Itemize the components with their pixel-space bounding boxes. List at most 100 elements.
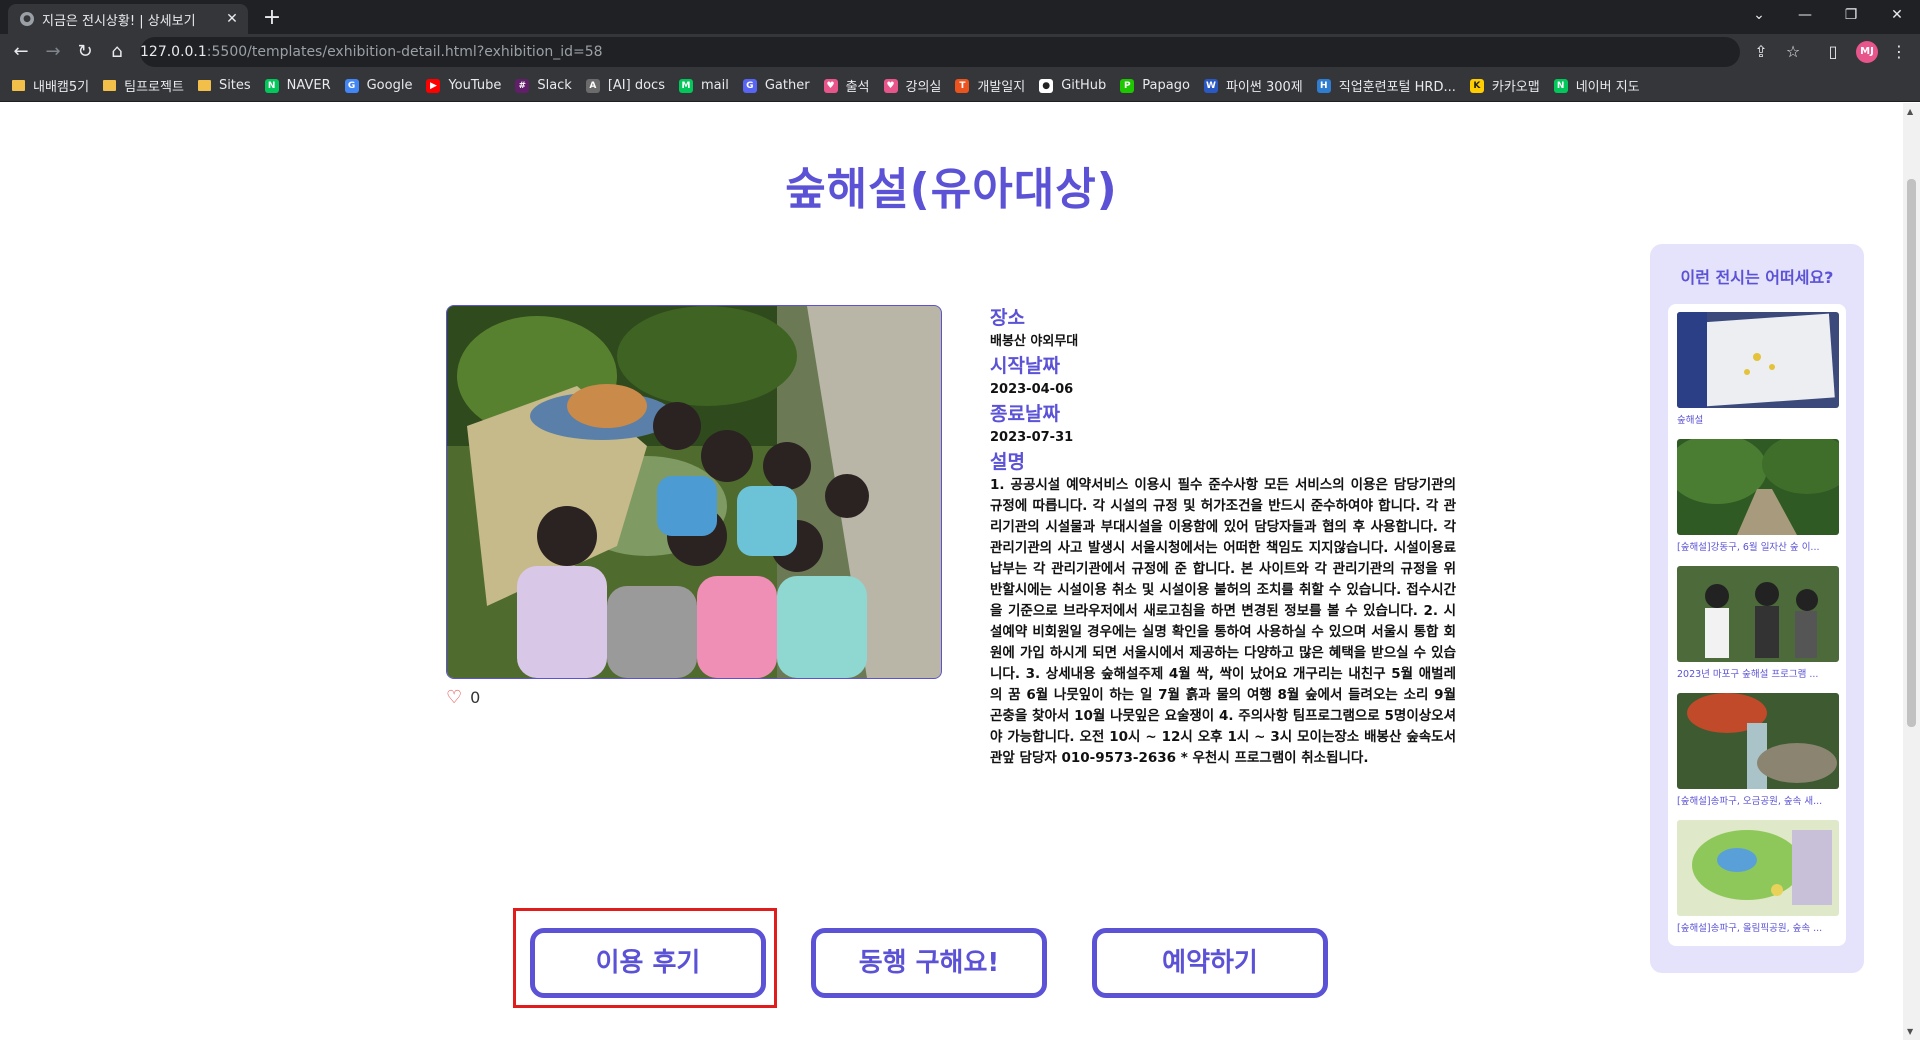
bookmark-label: 출석 xyxy=(845,80,870,95)
forward-icon[interactable]: → xyxy=(40,39,66,65)
bookmarks-bar: 내배캠5기 팀프로젝트 Sites N NAVER G Google ▶ YouTube # Sla… xyxy=(0,70,1920,102)
tab-title: 지금은 전시상황! | 상세보기 xyxy=(42,13,196,29)
review-button[interactable]: 이용 후기 xyxy=(530,928,766,998)
bookmark-item[interactable]: T 개발일지 xyxy=(955,76,1025,95)
recommendation-panel: 이런 전시는 어떠세요? 숲해설 [숲해설]강동구, 6월 일자산 숲 이...… xyxy=(1650,244,1864,973)
folder-icon xyxy=(12,80,25,91)
recommendation-list: 숲해설 [숲해설]강동구, 6월 일자산 숲 이... 2023년 마포구 숲해… xyxy=(1668,304,1846,946)
recommendation-thumbnail xyxy=(1677,820,1839,916)
bookmark-label: 파이썬 300제 xyxy=(1225,80,1303,95)
close-tab-icon[interactable]: ✕ xyxy=(222,11,242,27)
bookmark-label: 카카오맵 xyxy=(1491,80,1540,95)
bookmark-label: 팀프로젝트 xyxy=(124,80,184,95)
scrollbar-thumb[interactable] xyxy=(1907,179,1916,727)
papago-icon: P xyxy=(1120,78,1135,93)
recommendation-heading: 이런 전시는 어떠세요? xyxy=(1680,268,1834,287)
exhibition-info: 장소 배봉산 야외무대 시작날짜 2023-04-06 종료날짜 2023-07… xyxy=(990,305,1456,769)
gather-icon: G xyxy=(742,78,757,93)
tistory-icon: T xyxy=(955,78,970,93)
slack-icon: # xyxy=(515,78,530,93)
like-area: ♡ 0 xyxy=(446,687,480,708)
browser-tabstrip: ● 지금은 전시상황! | 상세보기 ✕ + ⌄ — ❐ ✕ xyxy=(0,0,1920,34)
heart-icon[interactable]: ♡ xyxy=(446,687,462,708)
url-host: 127.0.0.1 xyxy=(140,44,207,60)
recommendation-thumbnail xyxy=(1677,312,1839,408)
heart-icon: ♥ xyxy=(883,78,898,93)
bookmark-item[interactable]: Sites xyxy=(197,78,251,93)
restore-button[interactable]: ❐ xyxy=(1828,0,1874,30)
bookmark-item[interactable]: P Papago xyxy=(1120,78,1190,93)
bookmark-label: 내배캠5기 xyxy=(33,80,90,95)
bookmark-item[interactable]: A [AI] docs xyxy=(585,78,665,93)
kakaomap-icon: K xyxy=(1469,78,1484,93)
bookmark-item[interactable]: Mmail xyxy=(678,78,729,93)
bookmark-item[interactable]: 팀프로젝트 xyxy=(103,76,184,95)
recommendation-card[interactable]: [숲해설]강동구, 6월 일자산 숲 이... xyxy=(1677,439,1839,553)
place-label: 장소 xyxy=(990,307,1025,329)
recommendation-card[interactable]: 숲해설 xyxy=(1677,312,1839,426)
tab-search-icon[interactable]: ⌄ xyxy=(1736,0,1782,30)
browser-tab[interactable]: ● 지금은 전시상황! | 상세보기 ✕ xyxy=(8,4,248,34)
side-panel-icon[interactable]: ▯ xyxy=(1820,39,1846,65)
browser-toolbar: ← → ↻ ⌂ i 127.0.0.1:5500/templates/exhib… xyxy=(0,34,1920,255)
bookmark-star-icon[interactable]: ☆ xyxy=(1780,39,1806,65)
recommendation-thumbnail xyxy=(1677,439,1839,535)
recommendation-card[interactable]: 2023년 마포구 숲해설 프로그램 ... xyxy=(1677,566,1839,680)
bookmark-item[interactable]: 내배캠5기 xyxy=(12,76,89,95)
end-date-label: 종료날짜 xyxy=(990,403,1060,425)
folder-icon xyxy=(197,80,211,91)
profile-avatar[interactable]: MJ xyxy=(1856,41,1878,63)
bookmark-item[interactable]: G Google xyxy=(344,78,413,93)
bookmark-label: Papago xyxy=(1142,78,1190,93)
address-bar[interactable]: i 127.0.0.1:5500/templates/exhibition-de… xyxy=(140,37,1740,255)
bookmark-item[interactable]: H 직업훈련포털 HRD... xyxy=(1316,76,1456,95)
bookmark-label: 네이버 지도 xyxy=(1575,80,1640,95)
recommendation-caption: 숲해설 xyxy=(1677,415,1704,426)
bookmark-item[interactable]: K 카카오맵 xyxy=(1469,76,1540,95)
share-icon[interactable]: ⇪ xyxy=(1748,39,1774,65)
recommendation-caption: [숲해설]송파구, 올림픽공원, 숲속 ... xyxy=(1677,923,1823,934)
recommendation-card[interactable]: [숲해설]송파구, 오금공원, 숲속 새... xyxy=(1677,693,1839,807)
description-text: 1. 공공시설 예약서비스 이용시 필수 준수사항 모든 서비스의 이용은 담당… xyxy=(990,477,1456,766)
scroll-up-icon[interactable]: ▲ xyxy=(1907,107,1913,116)
docs-icon: A xyxy=(585,78,600,93)
page-content: 숲해설(유아대상) ♡ 0 장소 배봉산 야외무대 시작날짜 2023-04-0… xyxy=(0,103,1920,1040)
folder-icon xyxy=(103,80,117,91)
bookmark-label: Sites xyxy=(218,78,251,93)
find-companion-button[interactable]: 동행 구해요! xyxy=(811,928,1047,998)
bookmark-item[interactable]: G Gather xyxy=(742,78,810,93)
bookmark-item[interactable]: ▶ YouTube xyxy=(426,78,501,93)
bookmark-item[interactable]: W 파이썬 300제 xyxy=(1203,76,1303,95)
start-date-label: 시작날짜 xyxy=(990,355,1060,377)
page-scrollbar[interactable]: ▲ ▼ xyxy=(1903,103,1920,1040)
bookmark-item[interactable]: ● GitHub xyxy=(1039,78,1106,93)
home-icon[interactable]: ⌂ xyxy=(104,39,130,65)
bookmark-item[interactable]: ♥ 출석 xyxy=(823,76,870,95)
bookmark-item[interactable]: # Slack xyxy=(515,78,572,93)
minimize-button[interactable]: — xyxy=(1782,0,1828,30)
close-window-button[interactable]: ✕ xyxy=(1874,0,1920,30)
reload-icon[interactable]: ↻ xyxy=(72,39,98,65)
bookmark-label: 강의실 xyxy=(905,80,942,95)
heart-icon: ♥ xyxy=(823,78,838,93)
menu-kebab-icon[interactable]: ⋮ xyxy=(1886,39,1912,65)
bookmark-label: Gather xyxy=(764,78,810,93)
bookmark-label: 개발일지 xyxy=(977,80,1026,95)
bookmark-item[interactable]: N 네이버 지도 xyxy=(1553,76,1640,95)
end-date-value: 2023-07-31 xyxy=(990,430,1074,445)
page-title: 숲해설(유아대상) xyxy=(785,164,1118,215)
wikidocs-icon: W xyxy=(1203,78,1218,93)
new-tab-button[interactable]: + xyxy=(258,4,286,32)
youtube-icon: ▶ xyxy=(426,78,441,93)
bookmark-label: Google xyxy=(366,78,413,93)
bookmark-label: mail xyxy=(700,78,729,93)
start-date-value: 2023-04-06 xyxy=(990,382,1074,397)
bookmark-item[interactable]: N NAVER xyxy=(264,78,331,93)
bookmark-item[interactable]: ♥ 강의실 xyxy=(883,76,942,95)
recommendation-card[interactable]: [숲해설]송파구, 올림픽공원, 숲속 ... xyxy=(1677,820,1839,934)
recommendation-caption: [숲해설]강동구, 6월 일자산 숲 이... xyxy=(1677,542,1820,553)
scroll-down-icon[interactable]: ▼ xyxy=(1907,1027,1913,1036)
reserve-button[interactable]: 예약하기 xyxy=(1092,928,1328,998)
recommendation-thumbnail xyxy=(1677,566,1839,662)
back-icon[interactable]: ← xyxy=(8,39,34,65)
